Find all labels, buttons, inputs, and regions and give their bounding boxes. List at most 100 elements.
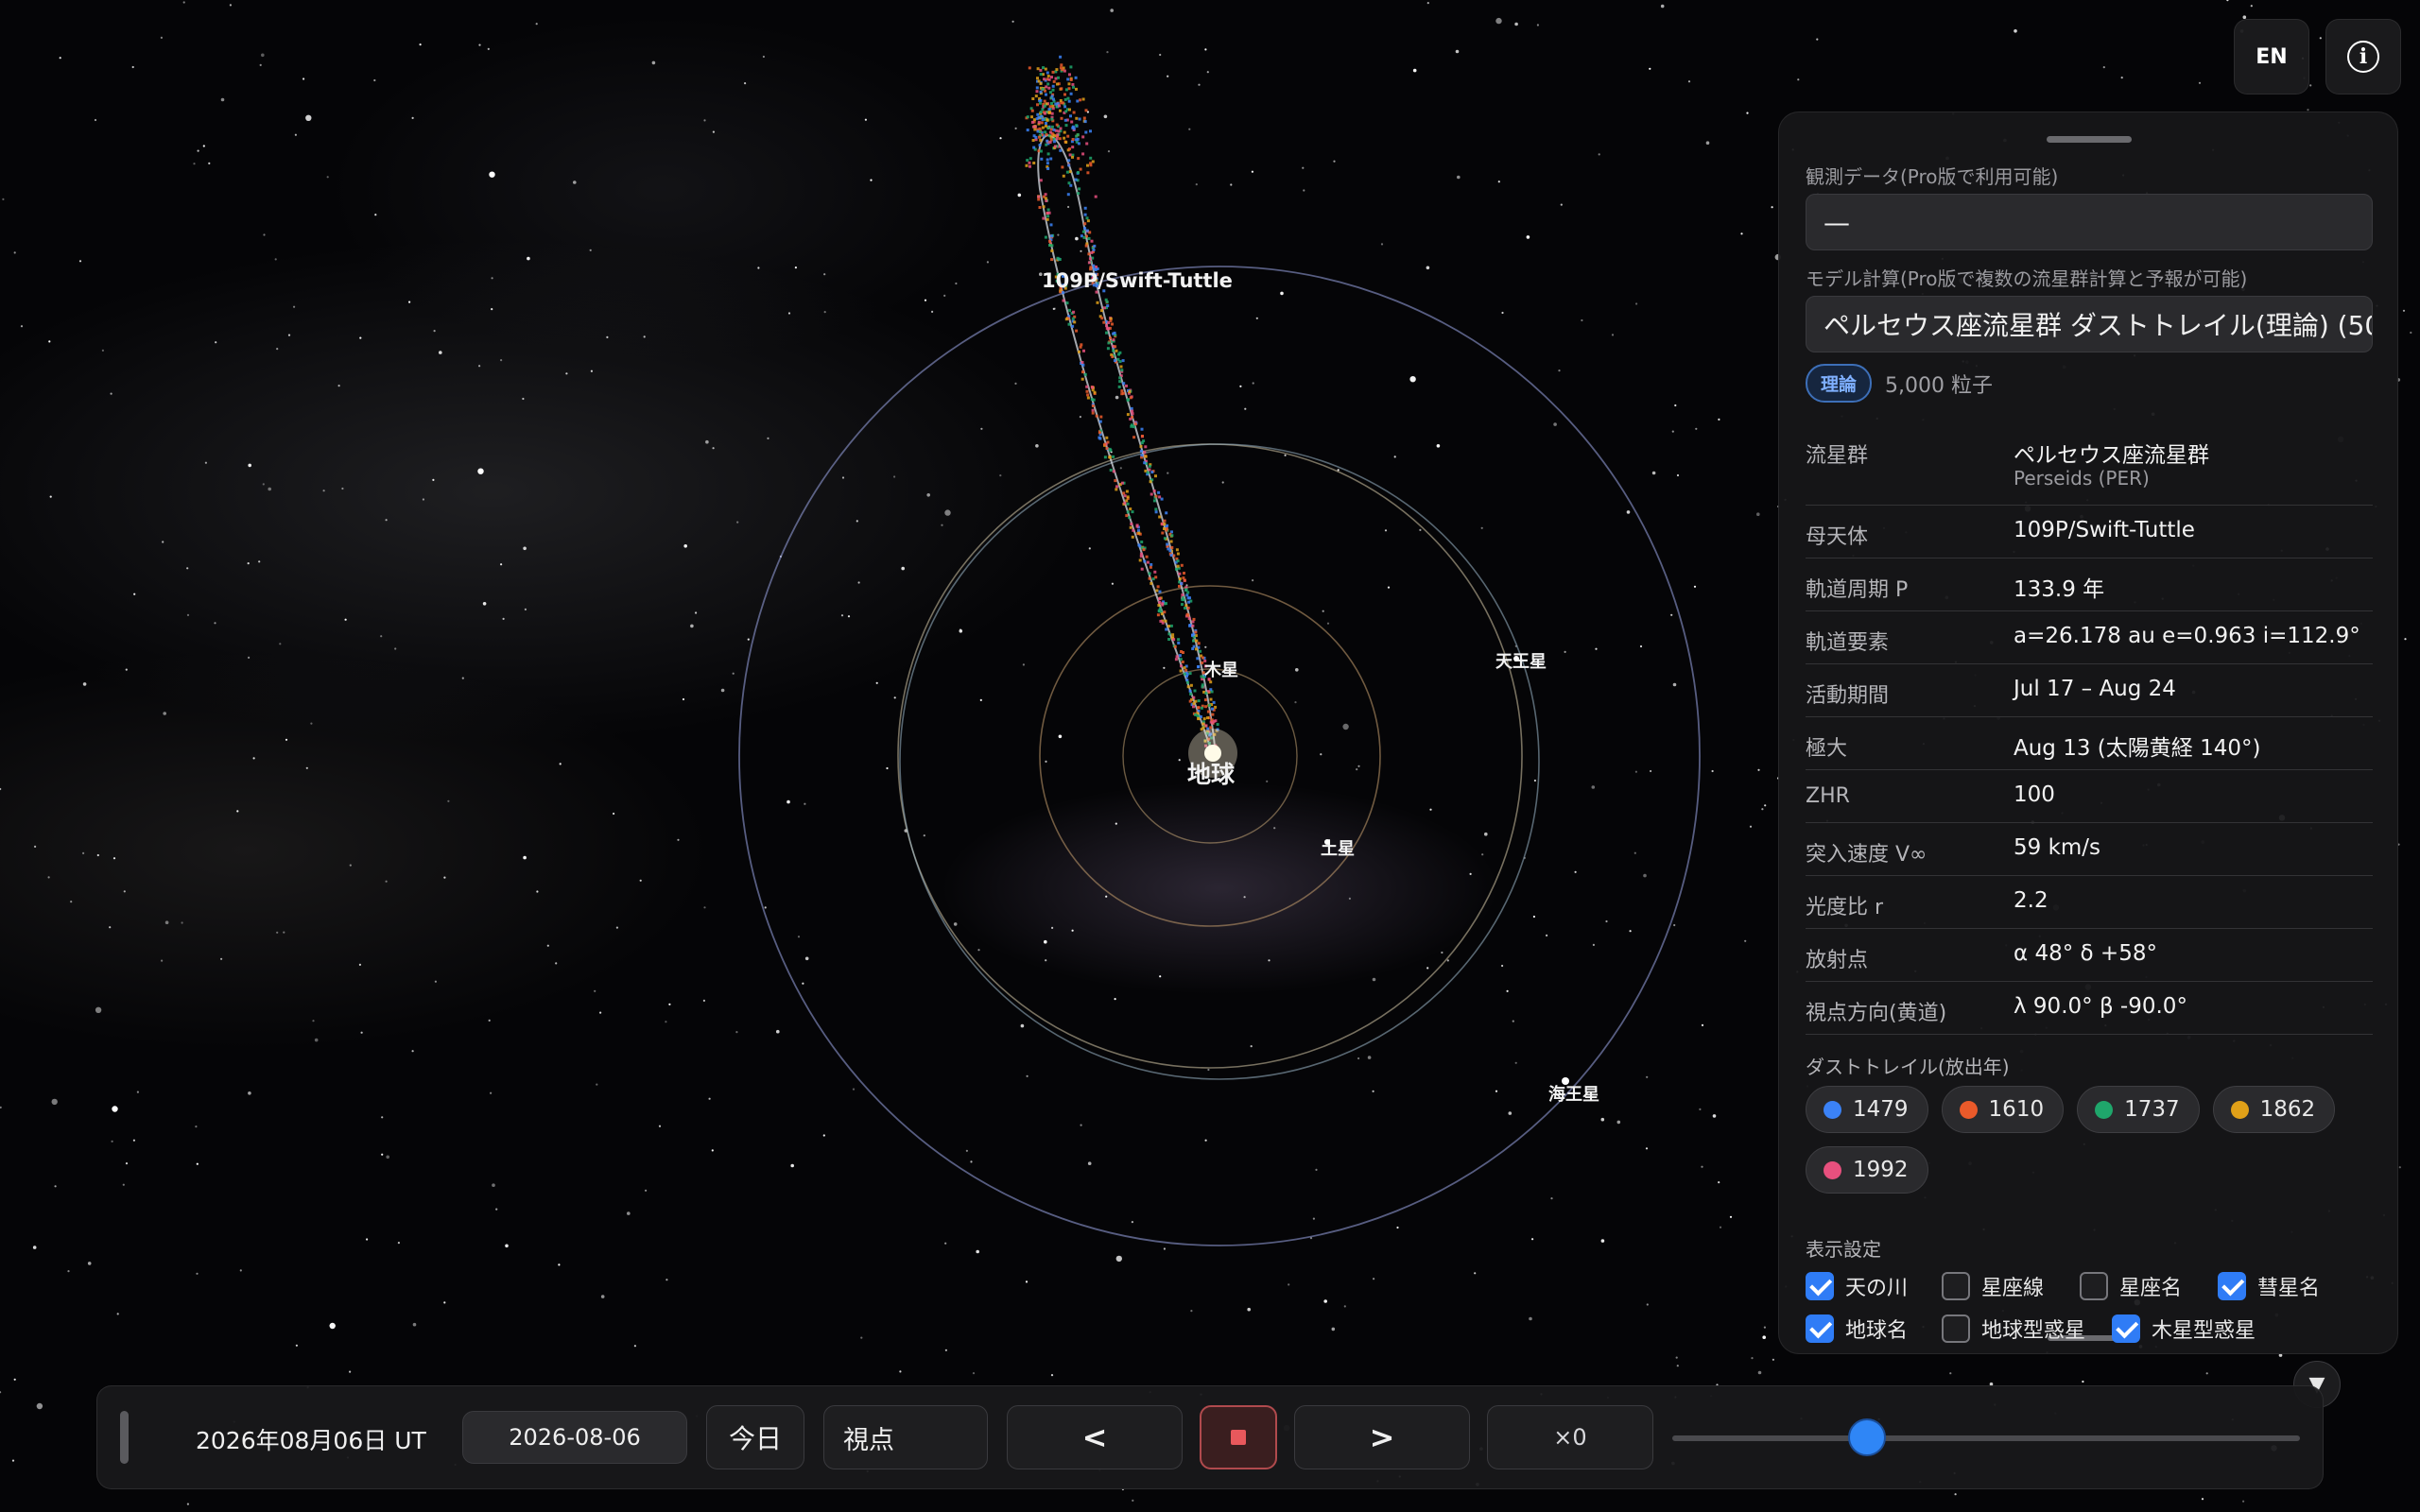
star (651, 60, 656, 65)
dust-particle (1165, 602, 1167, 606)
dust-particle (1071, 83, 1075, 86)
star (970, 1160, 973, 1163)
dust-particle (1046, 215, 1050, 218)
display-toggle[interactable]: 天の川 (1806, 1271, 1908, 1301)
dust-particle (1056, 256, 1060, 260)
star (1106, 51, 1109, 54)
speed-button[interactable]: ×0 (1487, 1405, 1653, 1469)
trail-chip-1737[interactable]: 1737 (2077, 1086, 2200, 1133)
star (645, 1189, 648, 1192)
shower-info-panel[interactable]: 観測データ(Pro版で利用可能) — モデル計算(Pro版で複数の流星群計算と予… (1778, 112, 2398, 1354)
star (110, 392, 112, 395)
checkbox[interactable] (2112, 1314, 2140, 1343)
dust-particle (1171, 633, 1175, 637)
trail-chip-1862[interactable]: 1862 (2212, 1086, 2336, 1133)
dust-particle (1032, 146, 1036, 149)
dust-particle (1067, 163, 1071, 167)
star (1558, 369, 1561, 372)
dust-particle (1063, 97, 1067, 101)
display-toggle[interactable]: 星座線 (1942, 1271, 2044, 1301)
time-slider-thumb[interactable] (1847, 1418, 1886, 1456)
display-toggle[interactable]: 星座名 (2080, 1271, 2182, 1301)
property-row-shower: 流星群 ペルセウス座流星群 Perseids (PER) (1806, 424, 2373, 506)
star (926, 493, 930, 497)
display-toggle[interactable]: 地球名 (1806, 1314, 1908, 1344)
checkbox[interactable] (1942, 1314, 1970, 1343)
star (924, 299, 927, 301)
language-toggle-button[interactable]: EN (2234, 19, 2309, 94)
star (1057, 233, 1060, 236)
dust-particle (1052, 128, 1056, 131)
dust-particle (1204, 705, 1208, 709)
sky-view[interactable]: 109P/Swift-Tuttle 木星 地球 土星 天王星 海王星 EN i … (0, 0, 2420, 1512)
dust-particle (1126, 502, 1130, 506)
dust-particle (1152, 490, 1156, 493)
bar-drag-handle[interactable] (120, 1411, 129, 1464)
date-input[interactable]: 2026-08-06 (462, 1411, 687, 1464)
dust-particle (1127, 398, 1131, 402)
property-key: 放射点 (1806, 949, 1869, 972)
dust-trail-title: ダストトレイル(放出年) (1806, 1056, 2010, 1078)
star (1396, 1226, 1399, 1229)
property-value: α 48° δ +58° (2014, 941, 2157, 966)
star (1712, 1114, 1717, 1118)
checkbox[interactable] (2218, 1272, 2246, 1300)
display-toggle[interactable]: 木星型惑星 (2112, 1314, 2256, 1344)
dust-particle (1122, 382, 1126, 386)
dust-particle (1064, 141, 1068, 144)
star (1595, 647, 1598, 650)
today-button[interactable]: 今日 (706, 1405, 804, 1469)
checkbox[interactable] (1806, 1272, 1834, 1300)
dust-particle (1158, 607, 1162, 610)
star (546, 944, 549, 947)
star (1020, 1023, 1025, 1028)
checkbox-label: 彗星名 (2257, 1277, 2321, 1300)
star (131, 65, 134, 69)
stop-button[interactable] (1200, 1405, 1277, 1469)
trail-year: 1862 (2259, 1097, 2316, 1122)
star (1744, 939, 1747, 942)
star (864, 118, 868, 121)
trail-chip-1610[interactable]: 1610 (1941, 1086, 2065, 1133)
star (1675, 1356, 1678, 1359)
dust-particle (1034, 135, 1038, 139)
dust-particle (1152, 499, 1156, 503)
dust-particle (1045, 93, 1047, 96)
dust-particle (1154, 510, 1158, 514)
dust-particle (1142, 548, 1146, 552)
dust-particle (1056, 133, 1060, 137)
time-slider-track[interactable] (1672, 1435, 2300, 1441)
trail-chip-1992[interactable]: 1992 (1806, 1146, 1928, 1194)
display-toggle[interactable]: 彗星名 (2218, 1271, 2320, 1301)
observation-select[interactable]: — (1806, 194, 2373, 250)
property-value: 109P/Swift-Tuttle (2014, 518, 2195, 542)
trail-chip-1479[interactable]: 1479 (1806, 1086, 1928, 1133)
step-back-button[interactable]: < (1007, 1405, 1183, 1469)
info-button[interactable]: i (2325, 19, 2401, 94)
star (767, 437, 769, 439)
display-toggle[interactable]: 地球型惑星 (1942, 1314, 2085, 1344)
step-forward-button[interactable]: > (1294, 1405, 1470, 1469)
checkbox[interactable] (2080, 1272, 2108, 1300)
dust-particle (1060, 63, 1063, 67)
star (1052, 307, 1055, 310)
star (1230, 183, 1233, 186)
star (1132, 1499, 1134, 1502)
checkbox[interactable] (1942, 1272, 1970, 1300)
star (944, 509, 951, 516)
checkbox[interactable] (1806, 1314, 1834, 1343)
dust-particle (1191, 633, 1194, 637)
dust-particle (1065, 301, 1069, 305)
dust-particle (1108, 455, 1112, 459)
star (1634, 851, 1636, 854)
viewpoint-select[interactable]: 視点 (823, 1405, 988, 1469)
star (51, 1098, 58, 1106)
dust-particle (1068, 170, 1072, 174)
panel-grip-handle[interactable] (2047, 136, 2132, 143)
model-select[interactable]: ペルセウス座流星群 ダストトレイル(理論) (5000 (1806, 296, 2373, 352)
star (1412, 68, 1417, 73)
star (703, 906, 706, 909)
star (1326, 622, 1330, 625)
star (712, 447, 715, 450)
star (1646, 1303, 1649, 1306)
